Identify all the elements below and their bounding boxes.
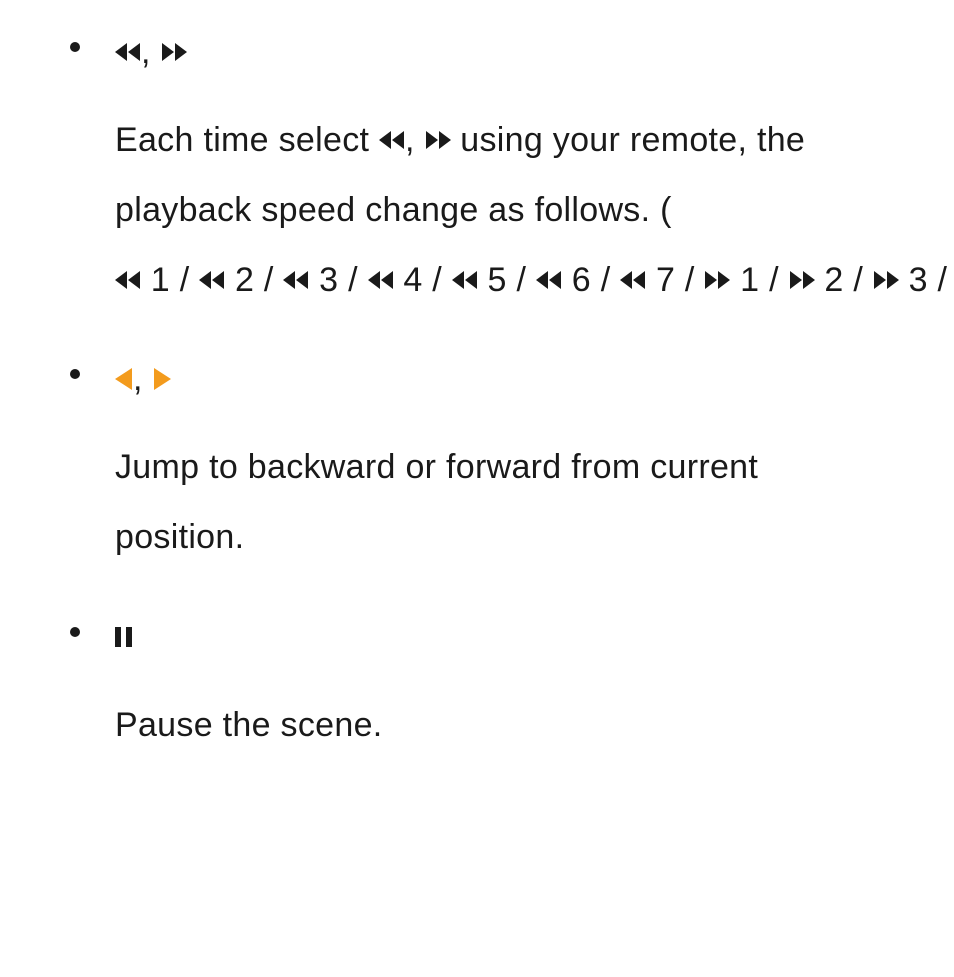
right-arrow-icon <box>153 367 171 391</box>
rewind-icon <box>379 129 405 151</box>
list-item: , Jump to backward or forward from curre… <box>70 357 894 573</box>
fast-forward-icon <box>161 41 187 63</box>
rewind-icon <box>115 41 141 63</box>
body-text: 5 / <box>478 261 536 299</box>
rewind-icon <box>368 269 394 291</box>
body-text: 4 / <box>394 261 452 299</box>
body-text: Each time select <box>115 121 379 159</box>
rewind-icon <box>620 269 646 291</box>
pause-icon <box>115 625 132 649</box>
separator-text: , <box>141 33 161 71</box>
bullet-icon <box>70 627 80 637</box>
fast-forward-icon <box>704 269 730 291</box>
body-text: 2 / <box>225 261 283 299</box>
body-text: 7 / <box>646 261 704 299</box>
list-item: , Each time select , using your remote, … <box>70 30 894 315</box>
body-text: 3 / <box>309 261 367 299</box>
fast-forward-icon <box>425 129 451 151</box>
bullet-icon <box>70 369 80 379</box>
rewind-icon <box>283 269 309 291</box>
item-header: , <box>115 30 894 74</box>
item-header: , <box>115 357 894 401</box>
left-arrow-icon <box>115 367 133 391</box>
item-header <box>115 615 894 659</box>
body-text: Pause the scene. <box>115 706 383 744</box>
body-text: 1 / <box>730 261 788 299</box>
list-item: Pause the scene. <box>70 615 894 761</box>
item-body: Each time select , using your remote, th… <box>115 106 894 315</box>
item-body: Jump to backward or forward from current… <box>115 433 894 572</box>
fast-forward-icon <box>873 269 899 291</box>
rewind-icon <box>452 269 478 291</box>
separator-text: , <box>133 360 153 398</box>
body-text: Jump to backward or forward from current… <box>115 448 758 556</box>
body-text: 2 / <box>815 261 873 299</box>
separator-text: , <box>405 121 425 159</box>
body-text: 1 / <box>141 261 199 299</box>
fast-forward-icon <box>789 269 815 291</box>
rewind-icon <box>115 269 141 291</box>
body-text: 3 / <box>899 261 954 299</box>
body-text: 6 / <box>562 261 620 299</box>
item-body: Pause the scene. <box>115 691 894 761</box>
rewind-icon <box>199 269 225 291</box>
bullet-icon <box>70 42 80 52</box>
rewind-icon <box>536 269 562 291</box>
